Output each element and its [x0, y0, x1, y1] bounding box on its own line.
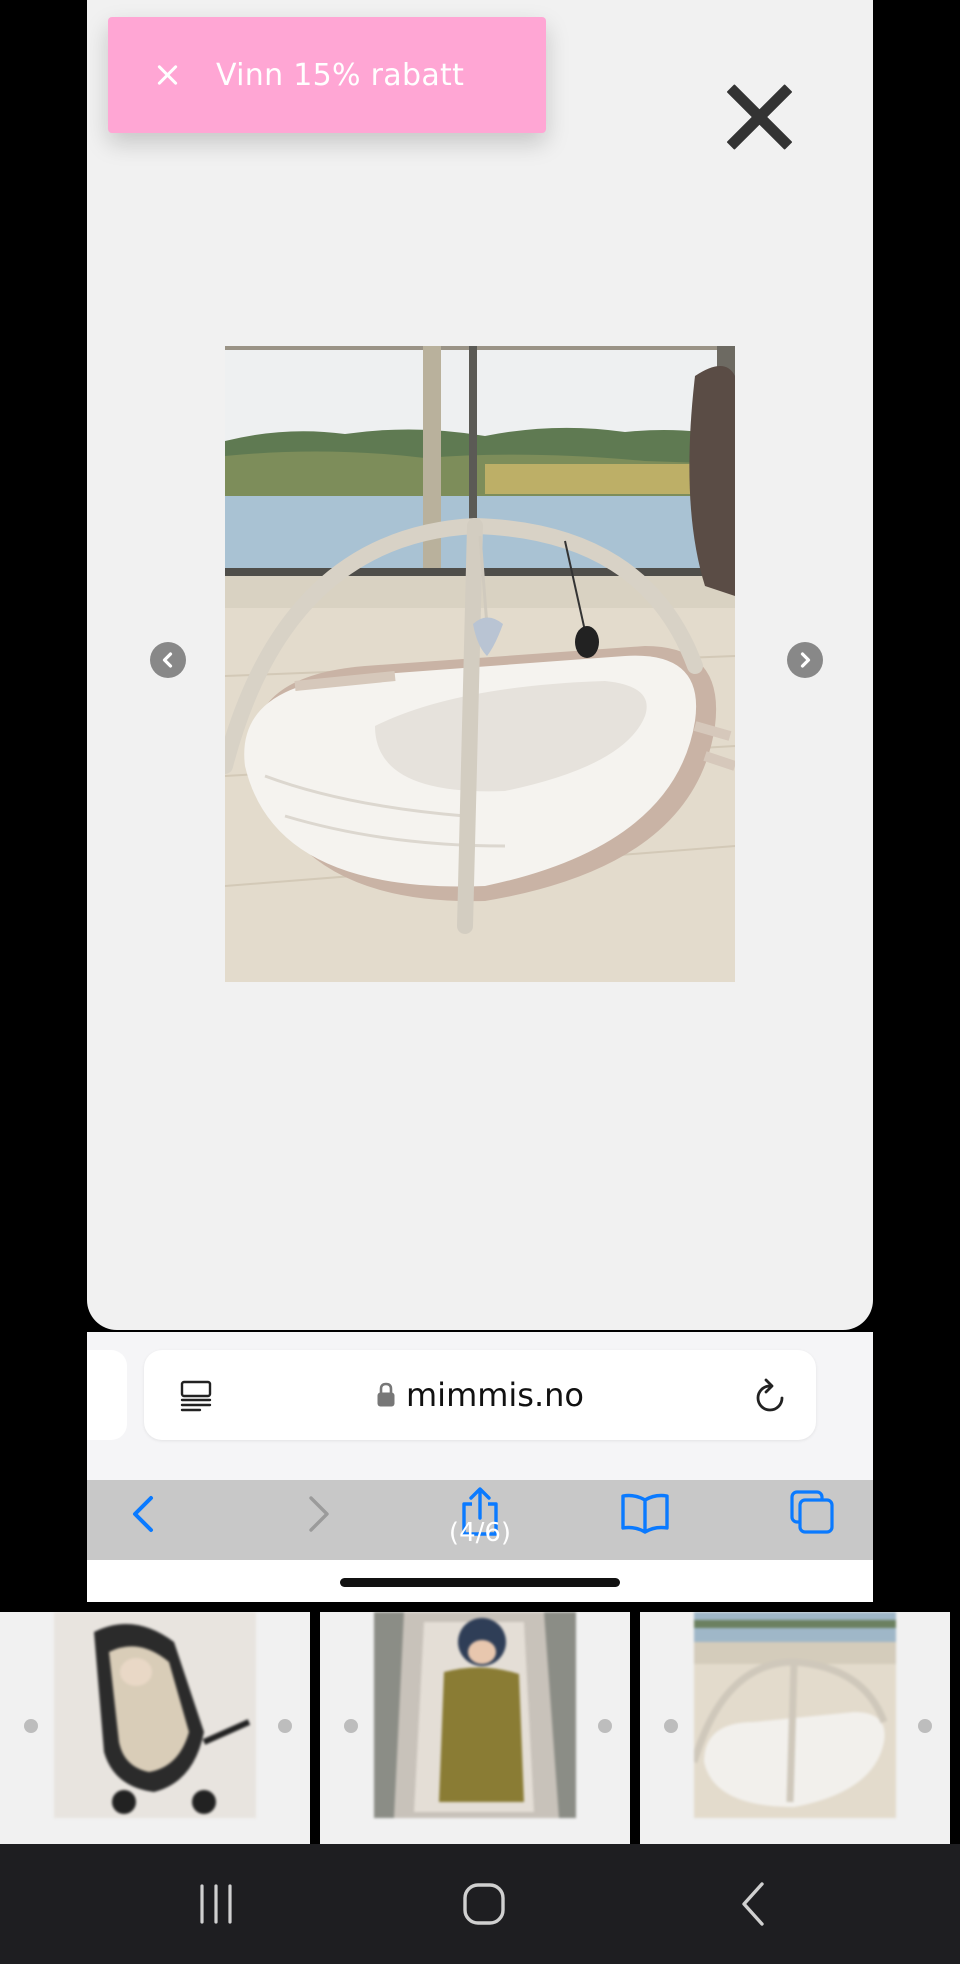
- mini-prev-icon: [664, 1719, 678, 1733]
- mini-prev-icon: [24, 1719, 38, 1733]
- browser-bottom-toolbar: (4/6): [87, 1480, 873, 1560]
- screen: Vinn 15% rabatt mimmis.no (4/6): [0, 0, 960, 1964]
- recents-button[interactable]: [176, 1868, 256, 1940]
- android-navigation-bar: [0, 1844, 960, 1964]
- thumbnail-image: [374, 1612, 576, 1818]
- url-text: mimmis.no: [406, 1376, 584, 1414]
- chevron-left-circle-icon[interactable]: [150, 642, 186, 678]
- home-indicator[interactable]: [340, 1578, 620, 1587]
- url-display[interactable]: mimmis.no: [144, 1350, 816, 1440]
- lock-icon: [377, 1382, 395, 1407]
- recents-icon: [200, 1884, 232, 1924]
- mini-next-icon: [598, 1719, 612, 1733]
- address-bar[interactable]: mimmis.no: [144, 1350, 816, 1440]
- thumbnail-image: [694, 1612, 896, 1818]
- thumbnail-play-gym[interactable]: [640, 1612, 950, 1844]
- mini-next-icon: [918, 1719, 932, 1733]
- home-indicator-area: [87, 1560, 873, 1602]
- reload-icon[interactable]: [750, 1376, 790, 1416]
- close-promo-icon[interactable]: [150, 58, 184, 92]
- thumbnail-baby-in-nest[interactable]: [320, 1612, 630, 1844]
- mini-next-icon: [278, 1719, 292, 1733]
- back-icon: [742, 1882, 764, 1926]
- thumbnail-image: [54, 1612, 256, 1818]
- home-icon: [463, 1883, 505, 1925]
- close-x-icon[interactable]: [723, 80, 795, 152]
- adjacent-tab-peek[interactable]: [87, 1350, 127, 1440]
- back-nav-button[interactable]: [714, 1868, 794, 1940]
- thumbnail-stroller[interactable]: [0, 1612, 310, 1844]
- mini-prev-icon: [344, 1719, 358, 1733]
- chevron-right-circle-icon[interactable]: [787, 642, 823, 678]
- image-lightbox: Vinn 15% rabatt: [87, 0, 873, 1330]
- home-button[interactable]: [444, 1868, 524, 1940]
- product-photo-play-gym: [225, 346, 735, 982]
- thumbnail-strip: [0, 1612, 960, 1844]
- image-counter: (4/6): [448, 1518, 512, 1548]
- browser-toolbar-area: mimmis.no (4/6): [87, 1332, 873, 1602]
- promo-text: Vinn 15% rabatt: [216, 57, 465, 93]
- discount-promo-banner[interactable]: Vinn 15% rabatt: [108, 17, 546, 133]
